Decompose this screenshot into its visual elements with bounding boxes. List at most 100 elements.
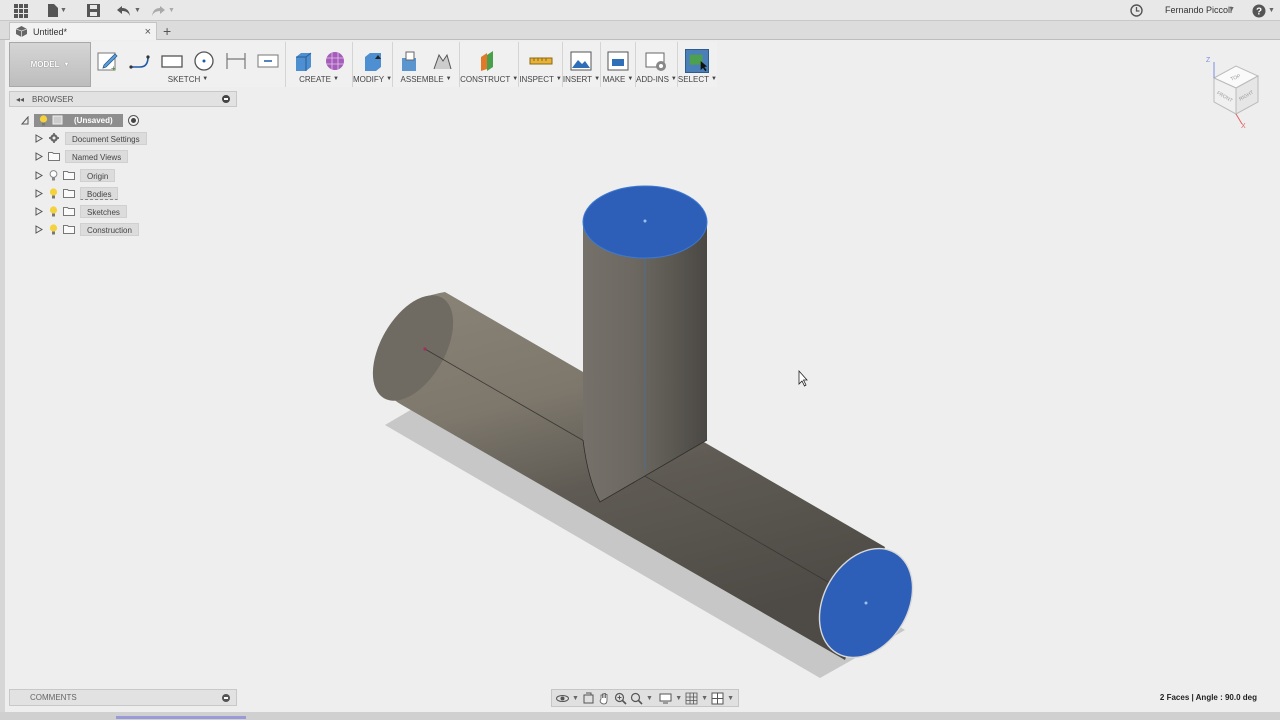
panel-options-icon[interactable] (222, 95, 230, 103)
sketch-menu[interactable]: SKETCH ▼ (168, 74, 208, 85)
browser-panel-header: ◂◂ BROWSER (9, 91, 237, 107)
view-cube[interactable]: TOP FRONT RIGHT Z X (1198, 52, 1270, 132)
scripts-button[interactable] (644, 49, 668, 73)
expand-triangle-icon[interactable] (35, 170, 43, 180)
printer-icon (607, 51, 629, 70)
add-ins-menu[interactable]: ADD-INS ▼ (636, 74, 677, 85)
expand-triangle-icon[interactable] (35, 224, 43, 234)
create-sketch-button[interactable]: + (96, 49, 120, 73)
create-menu[interactable]: CREATE ▼ (299, 74, 339, 85)
visibility-bulb-icon[interactable] (38, 114, 48, 126)
measure-button[interactable] (529, 49, 553, 73)
assemble-menu[interactable]: ASSEMBLE ▼ (401, 74, 452, 85)
undo-button[interactable]: ▼ (116, 3, 141, 18)
viewports-button[interactable] (711, 691, 724, 705)
redo-button[interactable]: ▼ (150, 3, 175, 18)
make-menu[interactable]: MAKE ▼ (603, 74, 634, 85)
expand-triangle-icon[interactable] (35, 133, 43, 143)
browser-node-document-settings[interactable]: Document Settings (35, 131, 147, 145)
help-button[interactable]: ? ▼ (1252, 3, 1275, 18)
select-menu[interactable]: SELECT ▼ (678, 74, 717, 85)
x-axis-label: X (1241, 123, 1246, 130)
chevron-down-icon[interactable]: ▼ (572, 695, 579, 702)
expand-triangle-icon[interactable] (21, 115, 29, 125)
browser-node-construction[interactable]: Construction (35, 222, 139, 236)
visibility-bulb-icon[interactable] (48, 223, 58, 235)
line-button[interactable] (128, 49, 152, 73)
collapse-panel-icon[interactable]: ◂◂ (16, 95, 24, 104)
3d-viewport[interactable] (240, 88, 1280, 688)
joint-button[interactable] (430, 49, 454, 73)
stop-sketch-button[interactable] (256, 49, 280, 73)
close-icon[interactable]: × (145, 26, 156, 38)
expand-triangle-icon[interactable] (35, 188, 43, 198)
save-button[interactable] (87, 3, 100, 18)
zoom-button[interactable] (614, 691, 627, 705)
insert-image-button[interactable] (569, 49, 593, 73)
expand-triangle-icon[interactable] (35, 206, 43, 216)
display-settings-button[interactable] (659, 691, 672, 705)
comments-panel[interactable]: COMMENTS (9, 689, 237, 706)
chevron-down-icon[interactable]: ▼ (701, 695, 708, 702)
add-comment-icon[interactable] (222, 693, 230, 702)
user-account-menu[interactable]: Fernando Piccoli (1165, 5, 1232, 15)
folder-icon (48, 151, 60, 161)
make-group: MAKE ▼ (601, 42, 637, 87)
document-tab[interactable]: Untitled* × (9, 22, 157, 40)
group-label: MAKE (602, 75, 626, 84)
visibility-bulb-off-icon[interactable] (48, 169, 58, 181)
sketch-pencil-icon: + (97, 52, 118, 73)
job-status-button[interactable] (1130, 3, 1143, 18)
pan-button[interactable] (598, 691, 611, 705)
group-label: INSERT (562, 75, 593, 84)
expand-triangle-icon[interactable] (35, 151, 43, 161)
form-button[interactable] (323, 49, 347, 73)
dimension-icon (226, 52, 246, 69)
ruler-icon (529, 57, 553, 64)
extrude-button[interactable] (291, 49, 315, 73)
dimension-button[interactable] (224, 49, 248, 73)
visibility-bulb-icon[interactable] (48, 187, 58, 199)
browser-node-bodies[interactable]: Bodies (35, 186, 119, 200)
insert-menu[interactable]: INSERT ▼ (563, 74, 600, 85)
data-panel-button[interactable] (14, 3, 28, 18)
zoom-window-icon (630, 692, 643, 705)
browser-node-named-views[interactable]: Named Views (35, 149, 129, 163)
modify-menu[interactable]: MODIFY ▼ (353, 74, 392, 85)
chevron-down-icon[interactable]: ▼ (727, 695, 734, 702)
look-at-button[interactable] (582, 691, 595, 705)
browser-node-sketches[interactable]: Sketches (35, 204, 127, 218)
zoom-icon (614, 692, 627, 705)
new-tab-button[interactable]: + (163, 23, 171, 39)
rectangle-button[interactable] (160, 49, 184, 73)
root-component-chip[interactable]: (Unsaved) (34, 113, 123, 127)
3d-print-button[interactable] (606, 49, 630, 73)
group-label: ADD-INS (636, 75, 669, 84)
browser-node-label: Sketches (80, 204, 127, 218)
chevron-down-icon[interactable]: ▼ (646, 695, 653, 702)
group-label: CREATE (299, 75, 331, 84)
grid-settings-button[interactable] (685, 691, 698, 705)
orbit-button[interactable] (556, 691, 569, 705)
clock-icon (1130, 4, 1143, 17)
image-icon (570, 51, 592, 70)
chevron-down-icon[interactable]: ▼ (675, 695, 682, 702)
browser-root-row[interactable]: (Unsaved) (21, 113, 139, 127)
new-component-button[interactable] (398, 49, 422, 73)
visibility-bulb-icon[interactable] (48, 205, 58, 217)
file-menu-button[interactable]: ▼ (47, 3, 67, 18)
scripts-gear-icon (645, 52, 667, 71)
fit-button[interactable] (630, 691, 643, 705)
workspace-switcher[interactable]: MODEL ▼ (9, 42, 91, 87)
inspect-menu[interactable]: INSPECT ▼ (519, 74, 562, 85)
add-ins-group: ADD-INS ▼ (636, 42, 678, 87)
browser-node-origin[interactable]: Origin (35, 168, 116, 182)
offset-plane-button[interactable] (477, 49, 501, 73)
construct-menu[interactable]: CONSTRUCT ▼ (460, 74, 518, 85)
form-mesh-icon (326, 51, 344, 70)
press-pull-button[interactable] (361, 49, 385, 73)
circle-button[interactable] (192, 49, 216, 73)
activate-component-icon[interactable] (127, 114, 139, 126)
select-button[interactable] (685, 48, 710, 73)
timeline-marker[interactable] (116, 716, 246, 719)
